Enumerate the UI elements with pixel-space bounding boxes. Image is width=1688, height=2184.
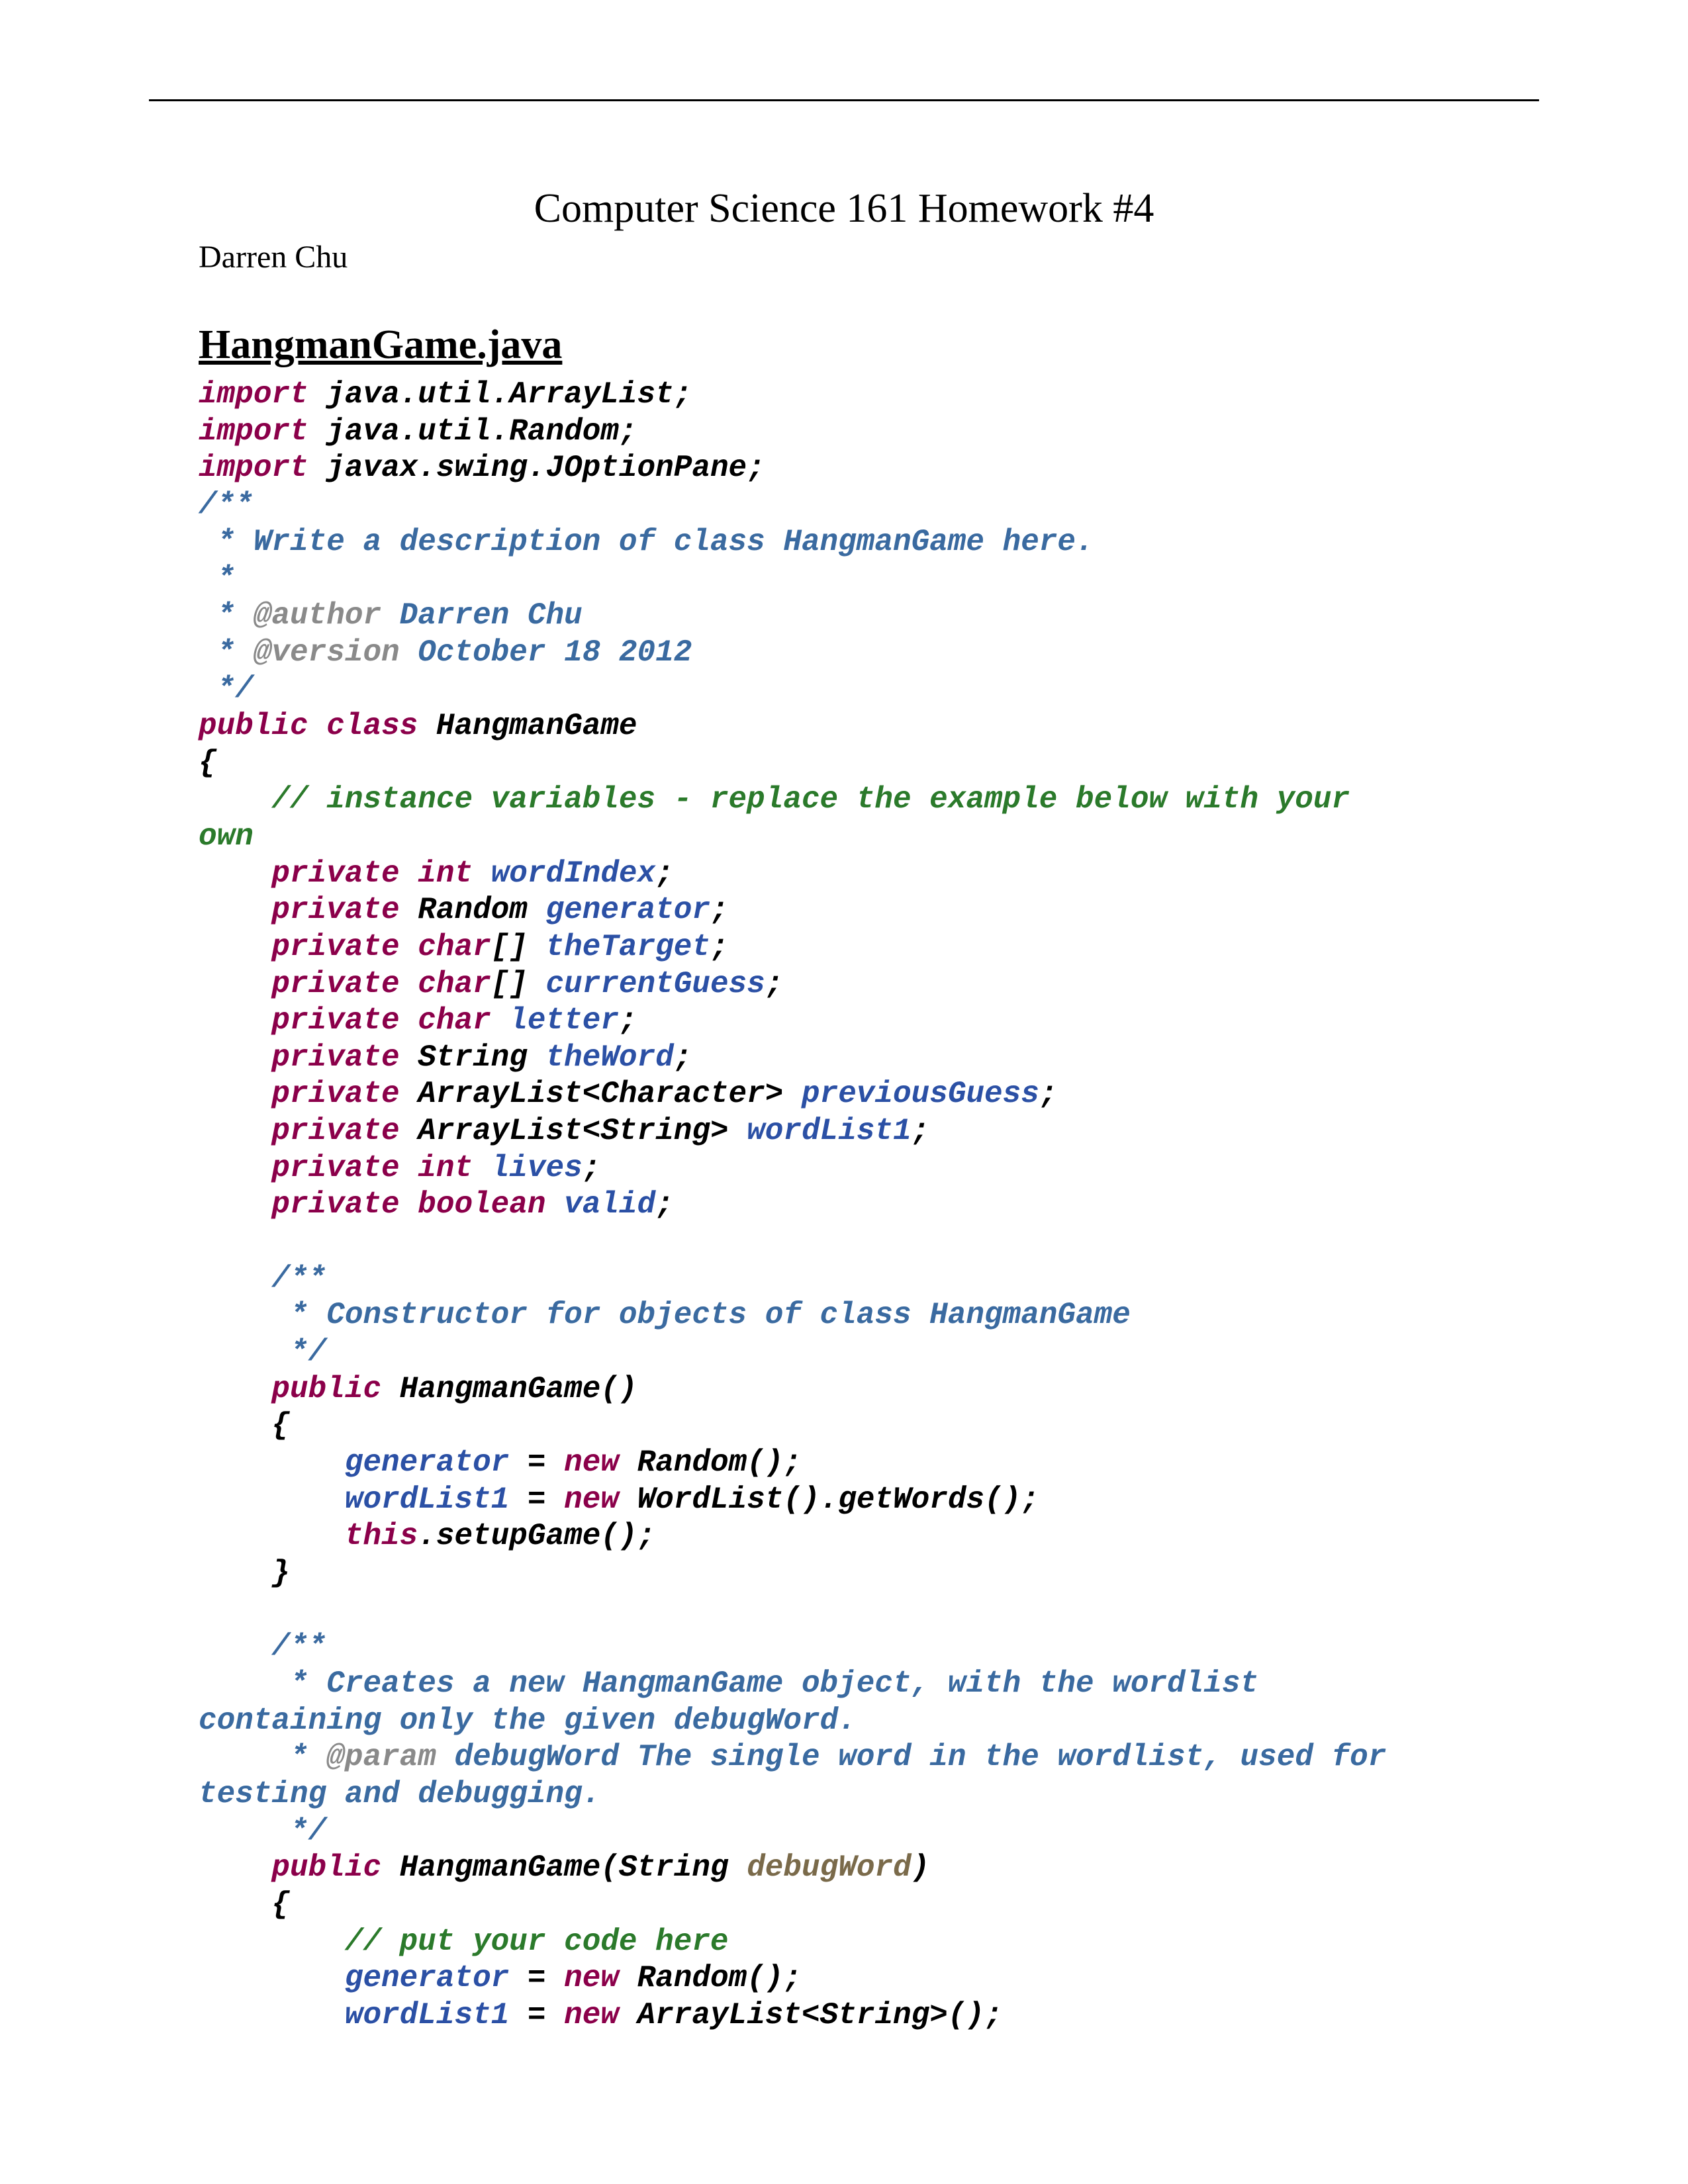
javadoc-tag-version: @version	[254, 635, 400, 670]
javadoc-line: * Constructor for objects of class Hangm…	[271, 1298, 1130, 1332]
keyword-import: import	[199, 414, 308, 449]
field-name: currentGuess	[546, 967, 765, 1001]
import-package: javax.swing.JOptionPane	[326, 451, 747, 485]
field-name: theTarget	[546, 930, 710, 964]
parameter-name: debugWord	[747, 1850, 911, 1885]
brace-open: {	[199, 746, 217, 780]
top-rule	[149, 99, 1539, 101]
keyword-class: class	[326, 709, 418, 743]
author-name: Darren Chu	[199, 239, 1489, 275]
comment-line: // put your code here	[345, 1925, 729, 1959]
comment-line: // instance variables - replace the exam…	[271, 782, 1368, 817]
javadoc-open: /**	[199, 488, 254, 522]
comment-line: own	[199, 819, 254, 854]
javadoc-close: */	[199, 672, 254, 706]
field-name: wordList1	[747, 1114, 911, 1148]
javadoc-line: *	[199, 635, 254, 670]
javadoc-open: /**	[271, 1629, 326, 1664]
page-title: Computer Science 161 Homework #4	[199, 185, 1489, 232]
javadoc-line: *	[199, 598, 254, 633]
field-name: letter	[509, 1003, 619, 1038]
code-block: import java.util.ArrayList; import java.…	[199, 377, 1489, 2034]
javadoc-line: *	[199, 561, 235, 596]
class-name: HangmanGame	[436, 709, 637, 743]
document-page: Computer Science 161 Homework #4 Darren …	[199, 185, 1489, 2034]
javadoc-tag-param: @param	[326, 1740, 436, 1774]
import-package: java.util.Random	[326, 414, 619, 449]
keyword-public: public	[199, 709, 308, 743]
field-name: generator	[546, 893, 710, 927]
keyword-import: import	[199, 377, 308, 412]
import-package: java.util.ArrayList	[326, 377, 674, 412]
field-name: theWord	[546, 1040, 674, 1075]
keyword-import: import	[199, 451, 308, 485]
constructor-name: HangmanGame	[400, 1850, 601, 1885]
javadoc-line: testing and debugging.	[199, 1777, 600, 1811]
javadoc-line: * Write a description of class HangmanGa…	[199, 525, 1094, 559]
field-name: previousGuess	[802, 1077, 1039, 1111]
javadoc-line: * Creates a new HangmanGame object, with…	[271, 1666, 1276, 1701]
field-name: lives	[491, 1151, 583, 1185]
javadoc-tag-author: @author	[254, 598, 381, 633]
field-name: valid	[564, 1187, 655, 1222]
javadoc-close: */	[271, 1335, 326, 1369]
constructor-name: HangmanGame	[400, 1372, 601, 1406]
javadoc-close: */	[271, 1814, 326, 1848]
field-name: wordIndex	[491, 856, 655, 891]
javadoc-line: containing only the given debugWord.	[199, 1704, 857, 1738]
filename-heading: HangmanGame.java	[199, 322, 1489, 369]
javadoc-open: /**	[271, 1261, 326, 1296]
